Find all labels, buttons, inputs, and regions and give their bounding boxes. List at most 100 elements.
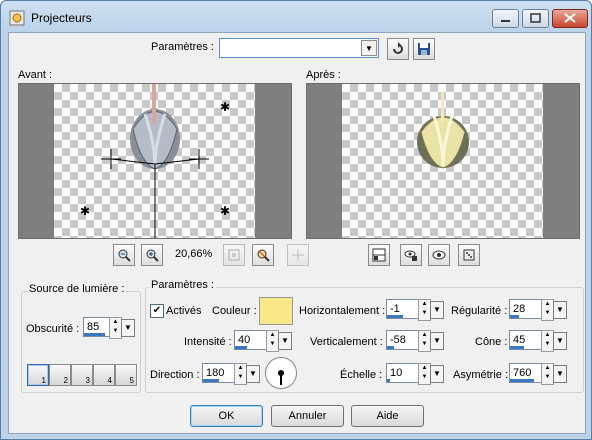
- zoom-fit-button[interactable]: [223, 244, 245, 266]
- before-label: Avant :: [18, 69, 53, 81]
- save-preset-button[interactable]: [413, 38, 435, 60]
- minimize-button[interactable]: [492, 9, 519, 28]
- asymmetry-label: Asymétrie :: [453, 369, 509, 381]
- lock-preview-button[interactable]: [400, 244, 422, 266]
- zoom-in-icon: [146, 249, 159, 262]
- show-preview-button[interactable]: [428, 244, 450, 266]
- app-icon: [9, 10, 25, 26]
- direction-label: Direction :: [150, 369, 200, 381]
- svg-text:✱: ✱: [220, 204, 230, 218]
- split-view-icon: [372, 248, 386, 262]
- vertical-label: Verticalement :: [310, 336, 383, 348]
- light-2-label: 2: [63, 376, 68, 385]
- direction-dropdown[interactable]: ▼: [246, 365, 260, 383]
- active-checkbox[interactable]: ✔: [150, 304, 164, 318]
- darkness-label: Obscurité :: [26, 323, 80, 335]
- reset-icon: [393, 42, 403, 54]
- dice-icon: [463, 249, 475, 261]
- light-4-label: 4: [107, 376, 112, 385]
- cone-value-text: 45: [513, 334, 526, 346]
- zoom-out-icon: [118, 249, 131, 262]
- zoom-100-icon: [257, 249, 270, 262]
- reset-preset-button[interactable]: [387, 38, 409, 60]
- direction-spinner[interactable]: 180 ▲ ▼ ▼: [202, 363, 260, 385]
- save-icon: [418, 43, 430, 55]
- direction-value[interactable]: 180: [202, 363, 235, 383]
- light-source-label: Source de lumière :: [27, 283, 127, 295]
- before-preview[interactable]: ✱ ✱ ✱: [18, 83, 292, 239]
- color-label: Couleur :: [212, 305, 257, 317]
- help-button[interactable]: Aide: [351, 405, 424, 427]
- dialog-window: Projecteurs Paramètres : ▼ Avant : Après…: [0, 0, 592, 440]
- eye-icon: [432, 250, 446, 260]
- close-icon: [564, 13, 576, 23]
- light-4-button[interactable]: 4: [93, 364, 115, 386]
- cone-value[interactable]: 45: [509, 330, 542, 350]
- chevron-down-icon[interactable]: ▼: [361, 40, 377, 56]
- asymmetry-slider-fill: [510, 379, 534, 382]
- intensity-spinner[interactable]: 40 ▲ ▼ ▼: [234, 330, 292, 352]
- darkness-value[interactable]: 85: [83, 317, 110, 337]
- maximize-button[interactable]: [522, 9, 549, 28]
- randomize-button[interactable]: [458, 244, 480, 266]
- cone-spinner[interactable]: 45 ▲ ▼ ▼: [509, 330, 567, 352]
- scale-label: Échelle :: [340, 369, 383, 381]
- intensity-slider-fill: [235, 346, 248, 349]
- regularity-label: Régularité :: [451, 305, 508, 317]
- horizontal-dropdown[interactable]: ▼: [430, 301, 444, 319]
- svg-text:✱: ✱: [220, 100, 230, 114]
- horizontal-spinner[interactable]: -1 ▲ ▼ ▼: [386, 299, 444, 321]
- intensity-value-text: 40: [238, 334, 251, 346]
- light-3-button[interactable]: 3: [71, 364, 93, 386]
- cone-dropdown[interactable]: ▼: [553, 332, 567, 350]
- intensity-value[interactable]: 40: [234, 330, 267, 350]
- zoom-in-button[interactable]: [141, 244, 163, 266]
- darkness-value-text: 85: [87, 321, 100, 333]
- scale-spinner[interactable]: 10 ▲ ▼ ▼: [386, 363, 444, 385]
- darkness-spinner[interactable]: 85 ▲ ▼ ▼: [83, 317, 135, 339]
- regularity-dropdown[interactable]: ▼: [553, 301, 567, 319]
- svg-text:✱: ✱: [80, 204, 90, 218]
- after-label: Après :: [306, 69, 341, 81]
- title-bar[interactable]: Projecteurs: [1, 1, 591, 33]
- light-3-label: 3: [85, 376, 90, 385]
- darkness-dropdown[interactable]: ▼: [121, 319, 135, 337]
- close-button[interactable]: [552, 9, 588, 28]
- darkness-slider-fill: [84, 333, 106, 336]
- light-5-button[interactable]: 5: [115, 364, 137, 386]
- vertical-dropdown[interactable]: ▼: [430, 332, 444, 350]
- horizontal-value-text: -1: [390, 303, 400, 315]
- horizontal-value[interactable]: -1: [386, 299, 419, 319]
- cone-label: Cône :: [475, 336, 508, 348]
- regularity-value[interactable]: 28: [509, 299, 542, 319]
- toggle-preview-button[interactable]: [368, 244, 390, 266]
- vertical-value[interactable]: -58: [386, 330, 419, 350]
- horizontal-label: Horizontalement :: [299, 305, 386, 317]
- presets-dropdown[interactable]: ▼: [219, 38, 379, 58]
- cancel-button[interactable]: Annuler: [271, 405, 344, 427]
- asymmetry-dropdown[interactable]: ▼: [553, 365, 567, 383]
- direction-value-text: 180: [206, 367, 225, 379]
- asymmetry-value[interactable]: 760: [509, 363, 542, 383]
- asymmetry-value-text: 760: [513, 367, 532, 379]
- ok-button[interactable]: OK: [190, 405, 263, 427]
- pan-button[interactable]: [287, 244, 309, 266]
- scale-value[interactable]: 10: [386, 363, 419, 383]
- after-image: [417, 92, 469, 169]
- parameters-label: Paramètres :: [149, 279, 216, 291]
- asymmetry-spinner[interactable]: 760 ▲ ▼ ▼: [509, 363, 567, 385]
- scale-dropdown[interactable]: ▼: [430, 365, 444, 383]
- dial-needle-icon: [278, 370, 284, 385]
- light-2-button[interactable]: 2: [49, 364, 71, 386]
- presets-label: Paramètres :: [151, 41, 214, 53]
- intensity-dropdown[interactable]: ▼: [278, 332, 292, 350]
- zoom-out-button[interactable]: [113, 244, 135, 266]
- window-title: Projecteurs: [31, 11, 92, 25]
- regularity-spinner[interactable]: 28 ▲ ▼ ▼: [509, 299, 567, 321]
- zoom-reset-button[interactable]: [252, 244, 274, 266]
- direction-dial[interactable]: [265, 357, 297, 389]
- vertical-spinner[interactable]: -58 ▲ ▼ ▼: [386, 330, 444, 352]
- light-1-label: 1: [41, 376, 46, 385]
- color-swatch[interactable]: [259, 297, 293, 325]
- light-1-button[interactable]: 1: [27, 364, 49, 386]
